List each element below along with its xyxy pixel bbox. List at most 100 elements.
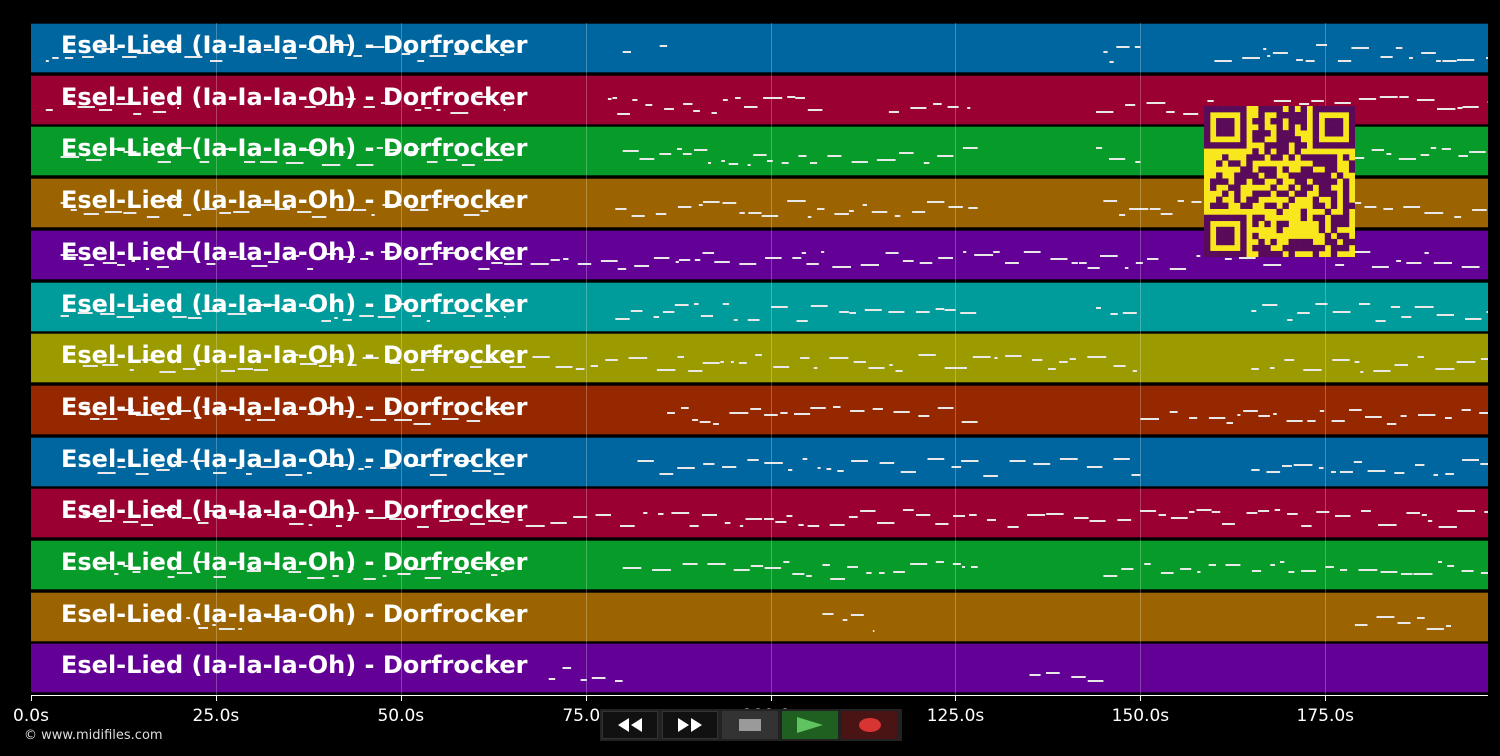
note-mark xyxy=(615,680,623,682)
note-mark xyxy=(1284,359,1295,361)
note-mark xyxy=(1132,370,1137,372)
play-button[interactable] xyxy=(782,711,838,739)
note-mark xyxy=(1196,509,1212,511)
note-mark xyxy=(1169,411,1178,413)
note-mark xyxy=(1237,414,1241,416)
note-mark xyxy=(1046,513,1064,515)
note-mark xyxy=(1303,369,1322,371)
note-mark xyxy=(910,563,928,565)
note-mark xyxy=(634,265,650,267)
note-mark xyxy=(1316,44,1327,46)
note-mark xyxy=(1445,417,1452,419)
note-mark xyxy=(1029,674,1041,676)
note-mark xyxy=(834,213,849,215)
note-mark xyxy=(238,628,243,630)
note-mark xyxy=(795,97,805,99)
note-mark xyxy=(429,474,447,476)
note-mark xyxy=(1189,511,1195,513)
note-mark xyxy=(1048,368,1056,370)
note-mark xyxy=(1438,526,1457,528)
track-title: Esel-Lied (Ia-Ia-Ia-Oh) - Dorfrocker xyxy=(61,341,528,369)
note-mark xyxy=(974,254,994,256)
note-mark xyxy=(410,369,425,371)
track-title: Esel-Lied (Ia-Ia-Ia-Oh) - Dorfrocker xyxy=(61,134,528,162)
note-mark xyxy=(573,516,588,518)
note-mark xyxy=(938,257,953,259)
note-mark xyxy=(575,368,585,370)
note-mark xyxy=(213,576,226,578)
note-mark xyxy=(321,320,331,322)
note-mark xyxy=(780,412,788,414)
note-mark xyxy=(851,460,868,462)
note-mark xyxy=(620,525,635,527)
note-mark xyxy=(729,412,749,414)
note-mark xyxy=(850,614,864,616)
fast-forward-button[interactable] xyxy=(662,711,718,739)
note-mark xyxy=(1394,472,1405,474)
note-mark xyxy=(1267,55,1271,57)
note-mark xyxy=(675,261,679,263)
note-mark xyxy=(342,319,352,321)
record-icon xyxy=(859,718,881,732)
note-mark xyxy=(745,518,763,520)
note-mark xyxy=(961,421,978,423)
stop-button[interactable] xyxy=(722,711,778,739)
note-mark xyxy=(580,679,587,681)
track-title: Esel-Lied (Ia-Ia-Ia-Oh) - Dorfrocker xyxy=(61,83,528,111)
note-mark xyxy=(935,561,944,563)
note-mark xyxy=(987,519,996,521)
note-mark xyxy=(1140,418,1159,420)
note-mark xyxy=(872,630,875,632)
note-mark xyxy=(1358,569,1378,571)
note-mark xyxy=(285,474,303,476)
note-mark xyxy=(798,155,807,157)
note-mark xyxy=(631,215,645,217)
note-mark xyxy=(617,113,630,115)
note-mark xyxy=(530,263,549,265)
note-mark xyxy=(1266,471,1281,473)
note-mark xyxy=(1334,102,1351,104)
playback-controls xyxy=(600,709,902,741)
note-mark xyxy=(708,162,711,164)
note-mark xyxy=(1457,59,1475,61)
note-mark xyxy=(972,356,991,358)
note-mark xyxy=(1340,569,1348,571)
note-mark xyxy=(927,201,945,203)
rewind-button[interactable] xyxy=(602,711,658,739)
note-mark xyxy=(963,251,967,253)
track-title: Esel-Lied (Ia-Ia-Ia-Oh) - Dorfrocker xyxy=(61,445,528,473)
note-mark xyxy=(868,367,885,369)
note-mark xyxy=(1208,564,1216,566)
track-title: Esel-Lied (Ia-Ia-Ia-Oh) - Dorfrocker xyxy=(61,31,528,59)
note-mark xyxy=(1242,57,1260,59)
note-mark xyxy=(463,214,480,216)
note-mark xyxy=(1433,262,1452,264)
note-mark xyxy=(1100,255,1118,257)
note-mark xyxy=(1331,420,1345,422)
note-mark xyxy=(806,575,812,577)
note-mark xyxy=(935,523,949,525)
note-mark xyxy=(775,521,787,523)
note-mark xyxy=(1287,319,1293,321)
x-tick-label: 25.0s xyxy=(192,706,240,726)
note-mark xyxy=(285,162,304,164)
note-mark xyxy=(1461,409,1471,411)
note-mark xyxy=(918,415,930,417)
record-button[interactable] xyxy=(842,711,898,739)
note-mark xyxy=(879,572,885,574)
note-mark xyxy=(944,367,959,369)
note-mark xyxy=(849,312,856,314)
note-mark xyxy=(656,369,676,371)
note-mark xyxy=(1251,469,1260,471)
note-mark xyxy=(1027,514,1046,516)
note-mark xyxy=(1149,208,1161,210)
note-mark xyxy=(622,150,639,152)
note-mark xyxy=(1430,147,1437,149)
note-mark xyxy=(960,312,977,314)
note-mark xyxy=(662,311,675,313)
note-mark xyxy=(652,569,671,571)
note-mark xyxy=(733,319,738,321)
note-mark xyxy=(923,162,930,164)
note-mark xyxy=(321,164,341,166)
note-mark xyxy=(711,112,717,114)
